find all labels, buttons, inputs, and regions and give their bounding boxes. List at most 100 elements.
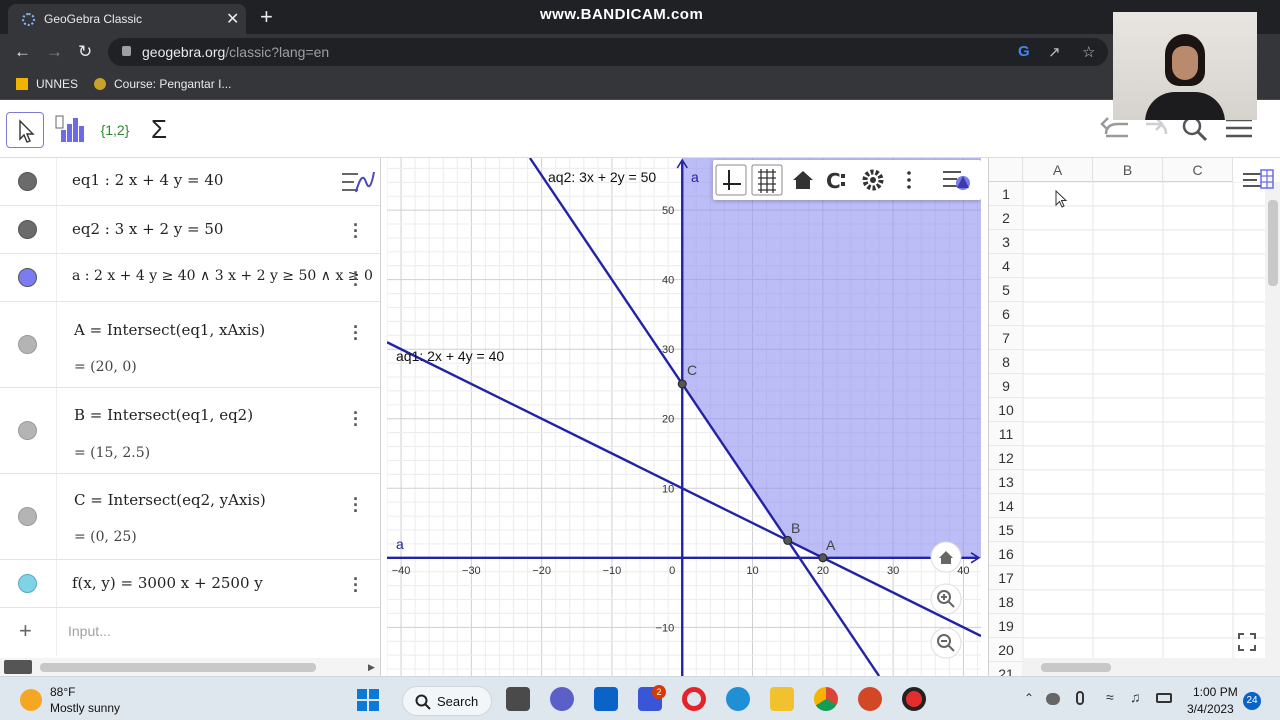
new-tab-button[interactable]: + — [260, 4, 273, 30]
algebra-item-C[interactable]: C = Intersect(eq2, yAxis) = (0, 25) · · · — [0, 474, 380, 560]
algebra-definition[interactable]: C = Intersect(eq2, yAxis) — [74, 491, 266, 509]
battery-icon[interactable] — [1156, 693, 1172, 703]
algebra-definition[interactable]: eq1 : 2 x + 4 y = 40 — [72, 171, 223, 189]
zoom-in-button[interactable] — [929, 582, 963, 616]
home-view-button[interactable] — [929, 540, 963, 574]
color-icon[interactable]: C — [826, 169, 845, 193]
chrome-icon[interactable] — [814, 687, 838, 711]
scrollbar-thumb[interactable] — [40, 663, 316, 672]
reload-icon[interactable]: ↻ — [78, 42, 92, 62]
scrollbar-thumb[interactable] — [1041, 663, 1111, 672]
windows-start-icon[interactable] — [356, 688, 380, 712]
column-header-A[interactable]: A — [1023, 158, 1093, 182]
scroll-right-icon[interactable]: ▶ — [368, 662, 375, 673]
visibility-toggle[interactable] — [18, 220, 37, 239]
undo-icon[interactable] — [1100, 117, 1128, 138]
horizontal-scrollbar[interactable] — [1023, 658, 1265, 676]
algebra-definition[interactable]: eq2 : 3 x + 2 y = 50 — [72, 220, 223, 238]
algebra-item-B[interactable]: B = Intersect(eq1, eq2) = (15, 2.5) · · · — [0, 388, 380, 474]
fullscreen-icon[interactable] — [1235, 630, 1259, 654]
zoom-out-button[interactable] — [929, 626, 963, 660]
move-tool-button[interactable] — [6, 112, 44, 148]
sum-tool-button[interactable]: Σ — [140, 112, 178, 148]
algebra-item-A[interactable]: A = Intersect(eq1, xAxis) = (20, 0) · · · — [0, 302, 380, 388]
clock-date[interactable]: 3/4/2023 — [1187, 702, 1234, 716]
algebra-input-row[interactable]: + Input... — [0, 608, 380, 656]
cloud-icon[interactable] — [1046, 693, 1060, 705]
task-view-icon[interactable] — [506, 687, 530, 711]
more-options-icon[interactable]: · · · — [350, 318, 362, 348]
vertical-scrollbar[interactable] — [1265, 182, 1280, 676]
bookmark-star-icon[interactable]: ☆ — [1082, 43, 1095, 61]
more-options-icon[interactable]: · · · — [350, 216, 362, 246]
chart-tool-button[interactable] — [52, 112, 90, 148]
opera-icon[interactable] — [682, 687, 706, 711]
scrollbar-thumb[interactable] — [1268, 200, 1278, 286]
close-tab-icon[interactable]: ✕ — [226, 9, 239, 29]
graphics-view[interactable]: −40 −30 −20 −10 0 10 20 30 40 −10 10 20 30 40 50 aq2: … — [387, 158, 981, 676]
tray-overflow-icon[interactable]: ⌃ — [1024, 691, 1034, 705]
algebra-item-f[interactable]: f(x, y) = 3000 x + 2500 y · · · — [0, 560, 380, 608]
weather-description[interactable]: Mostly sunny — [50, 701, 120, 715]
style-bar-toggle-icon[interactable] — [943, 171, 970, 190]
redo-icon[interactable] — [1146, 117, 1168, 135]
feasible-region[interactable] — [682, 158, 981, 558]
algebra-definition[interactable]: f(x, y) = 3000 x + 2500 y — [72, 574, 263, 592]
microphone-icon[interactable] — [1076, 691, 1084, 705]
list-tool-button[interactable]: {1,2} — [96, 112, 134, 148]
algebra-scrollbar[interactable]: ▶ — [0, 658, 380, 676]
visibility-toggle[interactable] — [18, 507, 37, 526]
axes-toggle-icon[interactable] — [715, 164, 747, 196]
more-options-icon[interactable]: · · · — [350, 264, 362, 294]
visibility-toggle[interactable] — [18, 574, 37, 593]
add-item-icon[interactable]: + — [19, 618, 32, 644]
clock-time[interactable]: 1:00 PM — [1193, 685, 1238, 699]
spreadsheet-view[interactable]: A B C 1 2 3 4 5 6 7 8 9 10 11 12 13 14 15 16 17 18 19 20 21 — [988, 158, 1280, 676]
more-vert-icon[interactable] — [907, 171, 911, 189]
algebra-item-a[interactable]: a : 2 x + 4 y ≥ 40 ∧ 3 x + 2 y ≥ 50 ∧ x … — [0, 254, 380, 302]
visibility-toggle[interactable] — [18, 421, 37, 440]
more-options-icon[interactable]: · · · — [350, 570, 362, 600]
address-bar[interactable]: geogebra.org/classic?lang=en G ↗ ☆ — [108, 38, 1108, 66]
grid-toggle-icon[interactable] — [751, 164, 783, 196]
home-icon[interactable] — [793, 171, 813, 189]
algebra-item-eq1[interactable]: eq1 : 2 x + 4 y = 40 — [0, 158, 380, 206]
sun-weather-icon[interactable] — [20, 689, 42, 711]
visibility-toggle[interactable] — [18, 268, 37, 287]
weather-temperature[interactable]: 88°F — [50, 685, 75, 699]
file-explorer-icon[interactable] — [770, 687, 794, 711]
column-header-B[interactable]: B — [1093, 158, 1163, 182]
coordinate-plane[interactable]: −40 −30 −20 −10 0 10 20 30 40−101020304050 — [387, 158, 981, 676]
corner-cell[interactable] — [989, 158, 1023, 182]
algebra-item-eq2[interactable]: eq2 : 3 x + 2 y = 50 · · · — [0, 206, 380, 254]
more-options-icon[interactable]: · · · — [350, 404, 362, 434]
google-lens-icon[interactable]: G — [1018, 43, 1030, 60]
bookmark-course[interactable]: Course: Pengantar I... — [94, 77, 231, 91]
algebra-definition[interactable]: A = Intersect(eq1, xAxis) — [74, 321, 265, 339]
volume-icon[interactable]: ♫ — [1130, 689, 1141, 705]
wifi-icon[interactable]: ≈ — [1106, 689, 1114, 705]
keyboard-icon[interactable] — [4, 660, 32, 674]
edge-icon[interactable] — [726, 687, 750, 711]
settings-gear-icon[interactable] — [862, 169, 884, 191]
back-icon[interactable]: ← — [14, 42, 31, 62]
bandicam-record-icon[interactable] — [902, 687, 926, 711]
algebra-definition[interactable]: a : 2 x + 4 y ≥ 40 ∧ 3 x + 2 y ≥ 50 ∧ x … — [72, 268, 373, 284]
chat-icon[interactable] — [550, 687, 574, 711]
bookmark-unnes[interactable]: UNNES — [16, 77, 78, 91]
search-icon[interactable] — [1182, 116, 1208, 142]
graph-style-icon[interactable] — [338, 166, 378, 198]
spreadsheet-style-toggle-icon[interactable] — [1241, 166, 1277, 194]
mail-icon[interactable] — [594, 687, 618, 711]
main-menu-icon[interactable] — [1226, 118, 1252, 138]
forward-icon[interactable]: → — [46, 42, 63, 62]
column-header-C[interactable]: C — [1163, 158, 1233, 182]
algebra-definition[interactable]: B = Intersect(eq1, eq2) — [74, 406, 253, 424]
visibility-toggle[interactable] — [18, 335, 37, 354]
browser-tab[interactable]: GeoGebra Classic ✕ — [8, 4, 246, 34]
powerpoint-icon[interactable] — [858, 687, 882, 711]
visibility-toggle[interactable] — [18, 172, 37, 191]
more-options-icon[interactable]: · · · — [350, 490, 362, 520]
notification-badge[interactable]: 24 — [1243, 692, 1261, 710]
cell-grid[interactable] — [989, 182, 1265, 676]
